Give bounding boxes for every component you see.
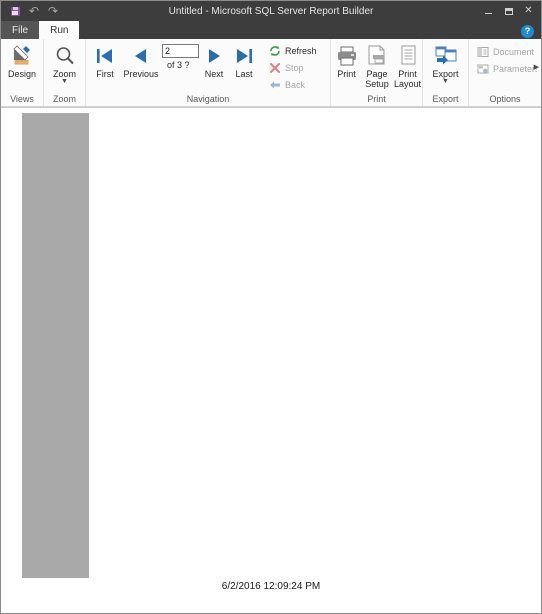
help-button[interactable]: ? [521,25,534,38]
first-page-label: First [96,69,114,79]
export-button[interactable]: Export ▼ [423,42,468,85]
back-button[interactable]: Back [265,76,317,93]
previous-page-label: Previous [123,69,159,79]
print-layout-icon [396,43,420,69]
ribbon-group-export: Export ▼ Export [422,39,468,106]
export-icon [434,43,458,69]
refresh-label: Refresh [285,45,317,56]
last-page-icon [233,43,255,69]
minimize-icon [485,13,492,14]
restore-button[interactable] [500,3,517,19]
print-button[interactable]: Print [331,42,362,79]
last-page-label: Last [235,69,253,79]
page-setup-label-2: Setup [365,79,389,90]
first-page-icon [94,43,116,69]
ribbon-group-print-label: Print [367,94,386,104]
restore-icon [504,7,513,15]
parameters-arrow-icon[interactable]: ▶ [534,64,539,71]
help-icon: ? [524,26,531,36]
parameters-button[interactable]: Parameters ▶ [473,60,539,77]
next-page-button[interactable]: Next [199,42,229,79]
page-setup-label-1: Page [366,69,388,79]
document-map-icon [476,45,489,58]
close-icon: ✕ [524,5,533,16]
previous-page-icon [130,43,152,69]
ribbon-group-export-label: Export [432,94,459,104]
document-map-button[interactable]: Document [473,43,534,60]
page-count-label: of 3 ? [167,60,190,70]
back-label: Back [285,79,306,90]
previous-page-button[interactable]: Previous [120,42,162,79]
tab-file-label: File [12,24,29,36]
page-setup-icon [365,43,389,69]
design-button[interactable]: Design [1,42,43,79]
ribbon-group-print: Print Page Setup Print Layout Print [330,39,422,106]
stop-button[interactable]: Stop [265,59,317,76]
parameters-icon [476,62,489,75]
ribbon-group-navigation: First Previous 2 of 3 ? Next Last Refres… [85,39,330,106]
print-layout-label-2: Layout [393,79,422,90]
ribbon-group-views: Design Views [1,39,43,106]
ribbon-group-zoom-label: Zoom [52,94,76,104]
tab-run[interactable]: Run [39,21,80,39]
tab-file[interactable]: File [1,21,40,39]
ribbon-group-options-label: Options [489,94,521,104]
quick-access-toolbar: ↶ ↷ [1,4,60,18]
save-icon [10,6,20,16]
design-icon [11,43,33,69]
navigation-small-buttons: Refresh Stop Back [265,42,317,93]
title-bar: ↶ ↷ Untitled - Microsoft SQL Server Repo… [1,1,541,21]
stop-icon [268,61,281,74]
refresh-icon [268,44,281,57]
next-page-icon [203,43,225,69]
next-page-label: Next [204,69,224,79]
ribbon-group-options: Document Parameters ▶ Options [468,39,541,106]
close-button[interactable]: ✕ [520,3,537,19]
chevron-down-icon[interactable]: ▼ [61,78,68,85]
minimize-button[interactable] [480,3,497,19]
back-arrow-icon [268,78,281,91]
report-builder-window: ↶ ↷ Untitled - Microsoft SQL Server Repo… [0,0,542,614]
magnifier-icon [54,43,76,69]
redo-button[interactable]: ↷ [46,4,60,18]
print-label: Print [337,69,356,79]
tab-run-label: Run [50,24,69,36]
print-layout-button[interactable]: Print Layout [392,42,423,90]
ribbon: Design Views Zoom ▼ Zoom First Previous … [1,39,541,107]
page-setup-button[interactable]: Page Setup [362,42,392,90]
printer-icon [335,43,359,69]
page-number-area: 2 of 3 ? [162,42,199,70]
page-number-input[interactable]: 2 [162,44,199,58]
parameters-label: Parameters [493,63,537,74]
last-page-button[interactable]: Last [229,42,259,79]
redo-icon: ↷ [47,4,59,18]
undo-icon: ↶ [28,4,40,18]
ribbon-group-views-label: Views [10,94,34,104]
document-map-label: Document [493,46,535,57]
chevron-down-icon[interactable]: ▼ [442,78,449,85]
window-controls: ✕ [480,1,537,21]
zoom-button[interactable]: Zoom ▼ [44,42,85,85]
refresh-button[interactable]: Refresh [265,42,317,59]
print-layout-label-1: Print [398,69,417,79]
ribbon-tab-strip: File Run ? [1,21,541,39]
design-button-label: Design [7,69,36,79]
ribbon-group-zoom: Zoom ▼ Zoom [43,39,85,106]
save-button[interactable] [8,4,22,18]
first-page-button[interactable]: First [90,42,120,79]
ribbon-group-navigation-label: Navigation [186,94,230,104]
report-gray-block [22,113,89,578]
report-footer-timestamp: 6/2/2016 12:09:24 PM [221,581,321,592]
report-preview-area[interactable]: 6/2/2016 12:09:24 PM [1,107,541,613]
window-title: Untitled - Microsoft SQL Server Report B… [168,5,374,17]
undo-button[interactable]: ↶ [27,4,41,18]
stop-label: Stop [285,62,304,73]
